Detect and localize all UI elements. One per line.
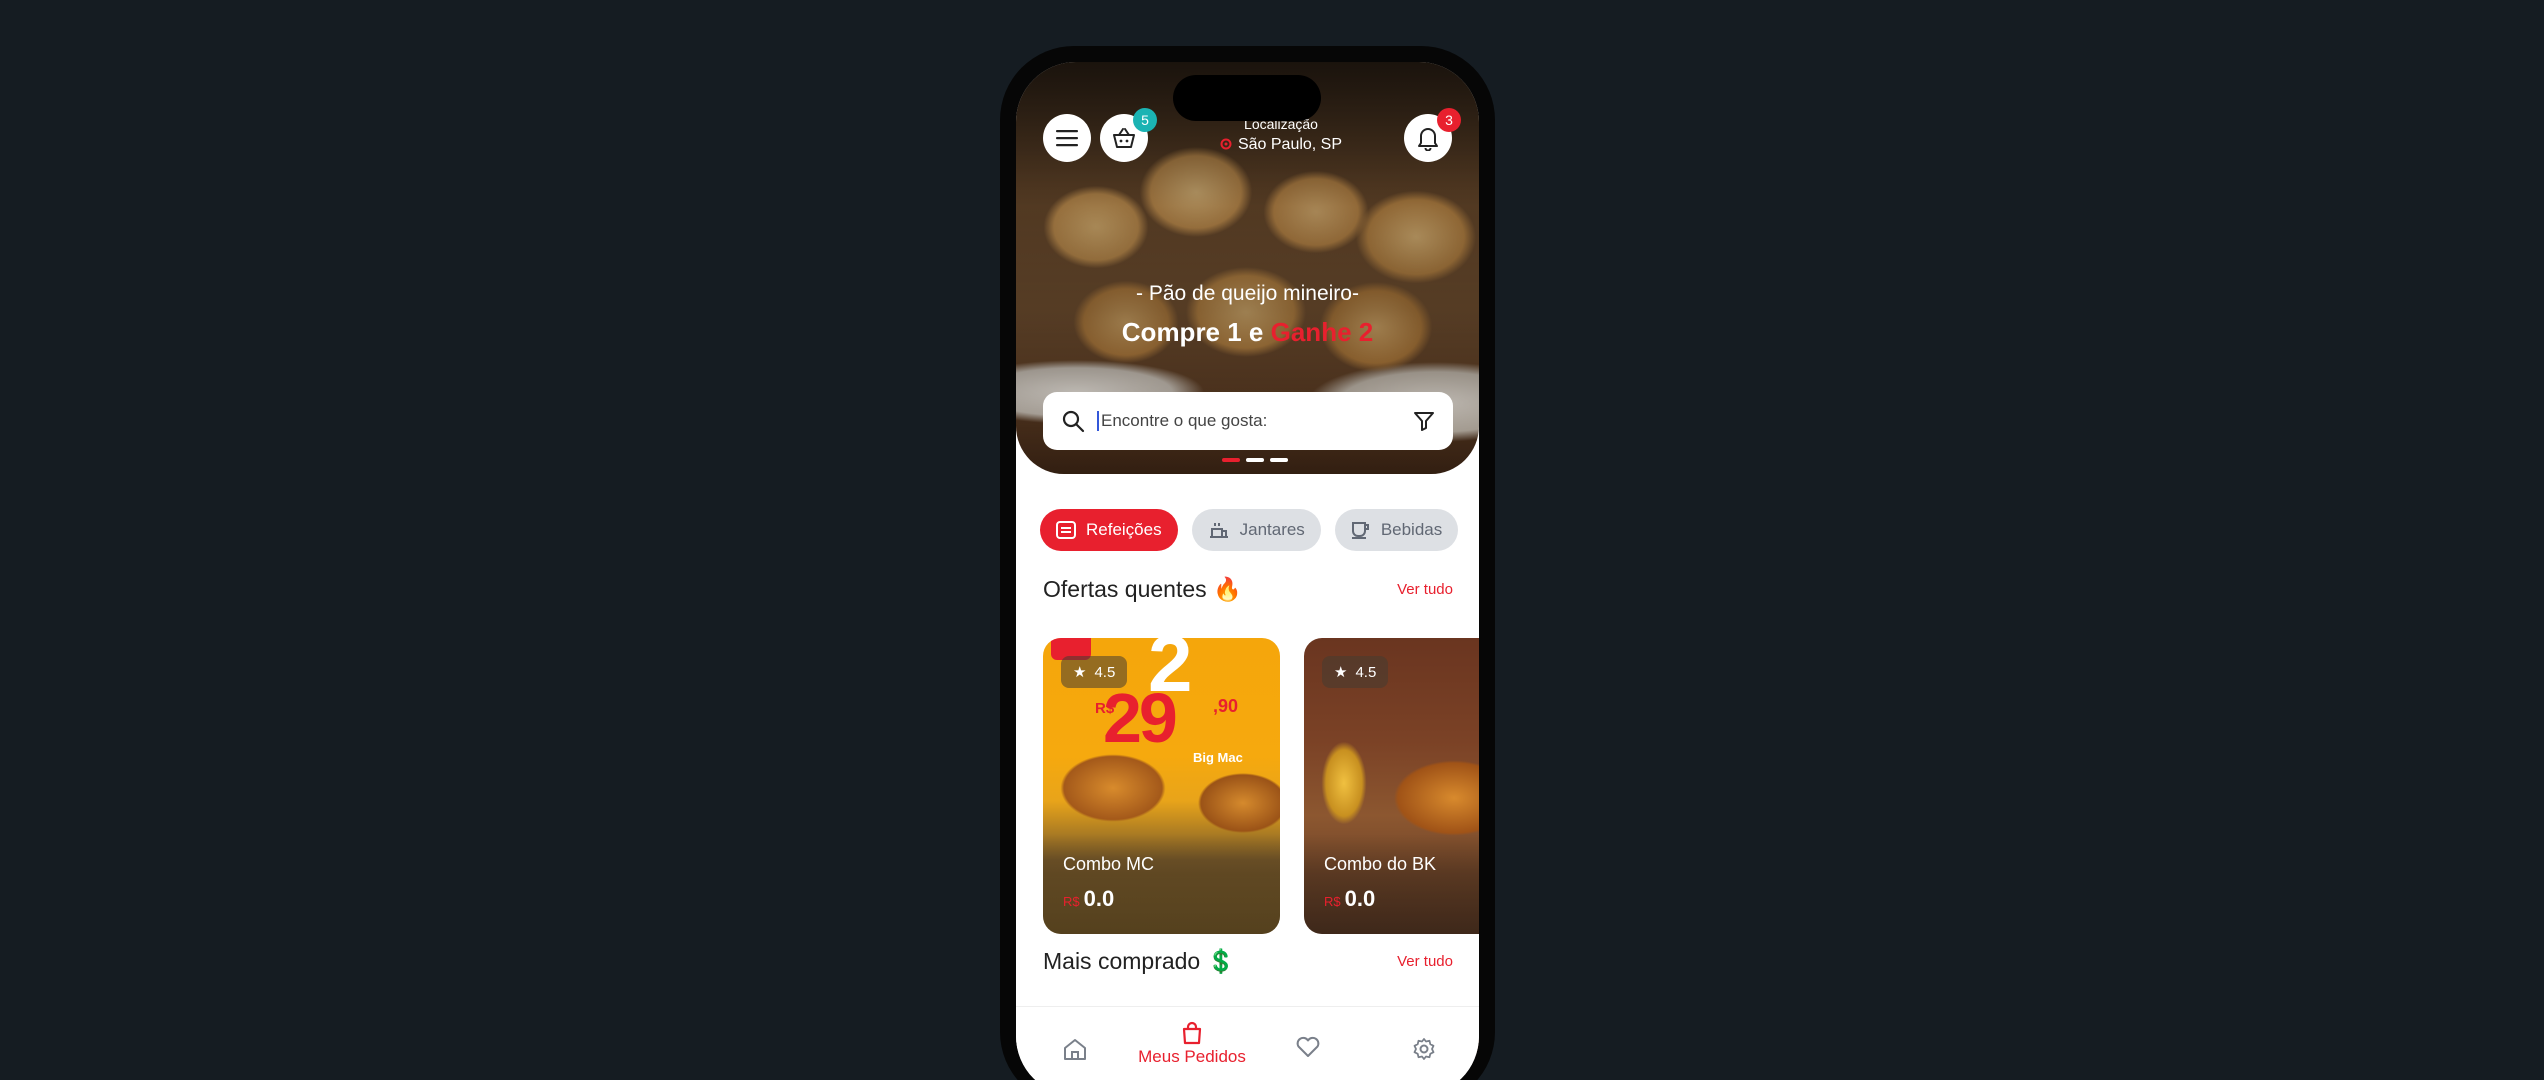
rating-badge: ★ 4.5: [1322, 656, 1389, 688]
basket-icon: [1113, 128, 1135, 148]
most-bought-title: Mais comprado 💲: [1043, 948, 1236, 974]
card-info-overlay: [1043, 834, 1280, 934]
offer-name: Combo MC: [1063, 854, 1155, 874]
heart-icon: [1296, 1036, 1320, 1057]
hamburger-menu-icon: [1056, 130, 1078, 147]
shopping-bag-icon: [1182, 1021, 1202, 1045]
meal-icon: [1056, 521, 1076, 539]
home-icon: [1064, 1039, 1086, 1060]
location-selector[interactable]: Localização São Paulo, SP: [1196, 116, 1366, 154]
most-bought-see-all-link[interactable]: Ver tudo: [1397, 953, 1453, 970]
ad-price-cents: ,90: [1213, 696, 1239, 716]
category-chip-jantares[interactable]: Jantares: [1191, 509, 1321, 551]
category-label: Bebidas: [1380, 520, 1443, 539]
carousel-dot[interactable]: [1270, 458, 1288, 462]
ad-price: 29: [1103, 679, 1178, 757]
dynamic-island: [1173, 75, 1321, 121]
offers-title: Ofertas quentes 🔥: [1043, 576, 1242, 602]
card-info-overlay: [1304, 834, 1479, 934]
price-value: 0.0: [1344, 886, 1376, 911]
nav-label: Meus Pedidos: [1138, 1047, 1246, 1066]
search-bar[interactable]: [1043, 392, 1453, 450]
menu-button[interactable]: [1043, 114, 1091, 162]
dinner-icon: [1209, 523, 1228, 538]
most-bought-section-header: Mais comprado 💲 Ver tudo: [1043, 948, 1453, 975]
search-icon: [1062, 410, 1085, 433]
location-pin-icon: [1220, 138, 1232, 150]
search-input[interactable]: [1097, 411, 1413, 431]
bottom-navigation: Meus Pedidos: [1016, 1006, 1479, 1080]
nav-settings[interactable]: [1369, 1037, 1479, 1061]
promo-title-highlight: Ganhe 2: [1270, 317, 1374, 347]
cart-count-badge: 5: [1133, 108, 1157, 132]
currency-symbol: R$: [1324, 894, 1341, 909]
offer-price: R$ 0.0: [1063, 886, 1114, 912]
carousel-indicators: [1222, 458, 1288, 462]
offers-carousel: 2 R$ 29 ,90 Big Mac ★ 4.5 Combo MC R$ 0.…: [1043, 638, 1479, 934]
rating-badge: ★ 4.5: [1061, 656, 1128, 688]
offer-card[interactable]: ★ 4.5 Combo do BK R$ 0.0: [1304, 638, 1479, 934]
rating-value: 4.5: [1094, 663, 1116, 681]
ad-caption: Big Mac: [1193, 750, 1243, 765]
carousel-dot[interactable]: [1246, 458, 1264, 462]
promo-subtitle: - Pão de queijo mineiro-: [1136, 282, 1359, 305]
filter-icon[interactable]: [1413, 410, 1435, 432]
category-chips: Refeições Jantares Bebidas: [1040, 509, 1479, 551]
app-screen: 5 Localização São Paulo, SP 3 - Pão de q…: [1016, 62, 1479, 1080]
bell-icon: [1418, 128, 1438, 151]
category-chip-refeicoes[interactable]: Refeições: [1040, 509, 1178, 551]
promo-title: Compre 1 e Ganhe 2: [1016, 317, 1479, 348]
promo-title-prefix: Compre 1 e: [1121, 317, 1264, 347]
nav-favorites[interactable]: [1253, 1035, 1363, 1059]
offer-card[interactable]: 2 R$ 29 ,90 Big Mac ★ 4.5 Combo MC R$ 0.…: [1043, 638, 1280, 934]
carousel-dot-active[interactable]: [1222, 458, 1240, 462]
notification-count-badge: 3: [1437, 108, 1461, 132]
category-label: Jantares: [1239, 520, 1305, 539]
star-icon: ★: [1073, 664, 1087, 681]
category-chip-bebidas[interactable]: Bebidas: [1334, 509, 1459, 551]
price-value: 0.0: [1083, 886, 1115, 911]
location-city: São Paulo, SP: [1237, 136, 1343, 153]
star-icon: ★: [1334, 664, 1348, 681]
currency-symbol: R$: [1063, 894, 1080, 909]
phone-frame: 5 Localização São Paulo, SP 3 - Pão de q…: [1000, 46, 1495, 1080]
offers-see-all-link[interactable]: Ver tudo: [1397, 581, 1453, 598]
offer-price: R$ 0.0: [1324, 886, 1375, 912]
offer-name: Combo do BK: [1324, 854, 1437, 874]
category-label: Refeições: [1086, 520, 1162, 539]
rating-value: 4.5: [1355, 663, 1377, 681]
coffee-cup-icon: [1351, 522, 1369, 539]
nav-my-orders[interactable]: Meus Pedidos: [1137, 1021, 1247, 1067]
nav-home[interactable]: [1020, 1037, 1130, 1061]
offers-section-header: Ofertas quentes 🔥 Ver tudo: [1043, 576, 1453, 603]
gear-icon: [1413, 1038, 1435, 1060]
